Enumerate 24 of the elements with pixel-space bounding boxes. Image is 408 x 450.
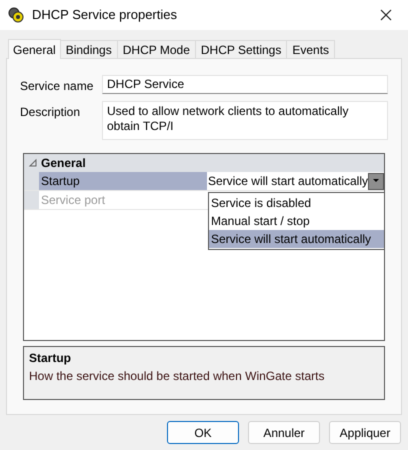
dropdown-option[interactable]: Manual start / stop <box>209 212 384 230</box>
caret-icon <box>373 179 379 183</box>
property-name[interactable]: Startup <box>39 172 207 190</box>
dropdown-button[interactable] <box>368 172 384 190</box>
window-title: DHCP Service properties <box>32 6 178 24</box>
close-icon[interactable] <box>380 9 392 21</box>
help-text: How the service should be started when WinGate starts <box>29 368 326 385</box>
help-title: Startup <box>29 350 72 367</box>
category-header: General <box>41 155 86 172</box>
collapse-icon[interactable] <box>28 158 38 168</box>
dialog-button[interactable]: OK <box>167 421 239 444</box>
dialog-button[interactable]: Annuler <box>248 421 320 444</box>
input-field[interactable]: DHCP Service <box>102 75 388 94</box>
description-field[interactable]: Used to allow network clients to automatically obtain TCP/I <box>102 101 388 140</box>
dialog-button[interactable]: Appliquer <box>329 421 401 444</box>
field-label: Description <box>20 104 82 121</box>
field-label: Service name <box>20 78 94 95</box>
dropdown-option[interactable]: Service will start automatically <box>209 230 384 248</box>
tab[interactable]: Events <box>286 40 336 58</box>
dropdown-option[interactable]: Service is disabled <box>209 194 384 212</box>
tab[interactable]: DHCP Settings <box>194 40 288 58</box>
tab[interactable]: General <box>8 39 61 59</box>
tab[interactable]: Bindings <box>60 40 118 58</box>
gear-icon <box>8 7 24 23</box>
